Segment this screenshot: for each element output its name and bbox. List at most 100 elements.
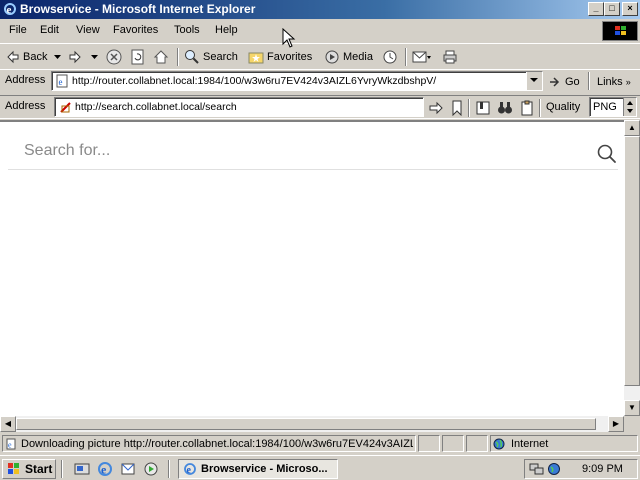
search-icon[interactable] bbox=[596, 143, 618, 165]
show-desktop-icon[interactable] bbox=[74, 461, 90, 477]
links-button[interactable]: Links » bbox=[597, 73, 631, 91]
browservice-address-label: Address bbox=[5, 100, 46, 112]
menu-edit[interactable]: Edit bbox=[40, 24, 59, 36]
toolbar-separator bbox=[405, 48, 407, 66]
menu-file[interactable]: File bbox=[9, 24, 27, 36]
browservice-control-bar: Address http://search.collabnet.local/se… bbox=[0, 95, 640, 119]
window-title: Browservice - Microsoft Internet Explore… bbox=[20, 2, 256, 16]
address-url-text: http://router.collabnet.local:1984/100/w… bbox=[72, 75, 437, 87]
windows-logo-icon bbox=[602, 21, 638, 41]
go-button[interactable]: Go bbox=[548, 73, 580, 91]
globe-icon bbox=[493, 438, 505, 450]
go-arrow-icon bbox=[550, 77, 560, 87]
chevron-down-icon bbox=[54, 54, 61, 59]
search-input[interactable] bbox=[8, 132, 618, 170]
back-arrow-icon bbox=[7, 50, 19, 64]
home-icon bbox=[153, 50, 169, 64]
print-button[interactable] bbox=[442, 48, 458, 66]
browservice-url-text: http://search.collabnet.local/search bbox=[75, 101, 237, 113]
clock: 9:09 PM bbox=[582, 463, 623, 475]
menu-bar: File Edit View Favorites Tools Help bbox=[0, 20, 640, 42]
media-player-icon[interactable] bbox=[143, 461, 159, 477]
browservice-url-field[interactable]: http://search.collabnet.local/search bbox=[54, 97, 424, 117]
clipboard-button[interactable] bbox=[519, 99, 535, 117]
toolbar-separator bbox=[177, 48, 179, 66]
find-button[interactable] bbox=[497, 99, 513, 117]
taskbar-separator bbox=[61, 460, 63, 478]
mail-button[interactable] bbox=[412, 48, 432, 66]
history-button[interactable] bbox=[382, 48, 398, 66]
favorites-label: Favorites bbox=[267, 51, 313, 63]
scroll-right-button[interactable]: ▶ bbox=[608, 416, 624, 432]
status-pane-1 bbox=[418, 435, 440, 452]
refresh-button[interactable] bbox=[130, 48, 146, 66]
security-zone-label: Internet bbox=[511, 438, 549, 450]
close-button[interactable]: × bbox=[622, 2, 638, 16]
forward-arrow-icon bbox=[69, 50, 81, 64]
bookmark-button[interactable] bbox=[450, 99, 464, 117]
bookmark-icon bbox=[452, 100, 462, 116]
media-button[interactable]: Media bbox=[324, 48, 373, 66]
menu-view[interactable]: View bbox=[76, 24, 100, 36]
address-url-field[interactable]: e http://router.collabnet.local:1984/100… bbox=[51, 71, 543, 91]
status-bar: e Downloading picture http://router.coll… bbox=[0, 434, 640, 452]
vertical-scrollbar[interactable]: ▲ ▼ bbox=[624, 120, 640, 416]
stop-button[interactable] bbox=[106, 48, 122, 66]
spinner-arrows-icon bbox=[627, 101, 633, 113]
scroll-left-button[interactable]: ◀ bbox=[0, 416, 16, 432]
start-label: Start bbox=[25, 462, 53, 476]
standard-toolbar: Back Search Favorites Media bbox=[0, 43, 640, 69]
maximize-button[interactable]: □ bbox=[604, 2, 620, 16]
back-dropdown[interactable] bbox=[54, 48, 61, 66]
vertical-scroll-thumb[interactable] bbox=[624, 136, 640, 386]
start-button[interactable]: Start bbox=[2, 459, 56, 479]
horizontal-scrollbar[interactable]: ◀ ▶ bbox=[0, 416, 624, 432]
status-message: Downloading picture http://router.collab… bbox=[21, 438, 413, 450]
network-icon[interactable] bbox=[529, 462, 545, 476]
horizontal-scroll-thumb[interactable] bbox=[16, 418, 596, 430]
bookmarks-list-button[interactable] bbox=[475, 99, 491, 117]
quality-label: Quality bbox=[546, 101, 581, 113]
address-dropdown-button[interactable] bbox=[526, 72, 542, 90]
media-label: Media bbox=[343, 51, 373, 63]
favorites-button[interactable]: Favorites bbox=[248, 48, 312, 66]
address-bar: Address e http://router.collabnet.local:… bbox=[0, 69, 640, 92]
refresh-icon bbox=[131, 49, 144, 65]
forward-button[interactable] bbox=[68, 48, 82, 66]
status-message-pane: e Downloading picture http://router.coll… bbox=[2, 435, 416, 452]
media-icon bbox=[325, 50, 339, 64]
outlook-express-icon[interactable] bbox=[120, 461, 136, 477]
title-bar[interactable]: e Browservice - Microsoft Internet Explo… bbox=[0, 0, 640, 19]
svg-text:e: e bbox=[59, 77, 63, 87]
quality-spinner[interactable] bbox=[623, 98, 636, 116]
minimize-button[interactable]: _ bbox=[588, 2, 604, 16]
printer-icon bbox=[443, 50, 457, 64]
page-icon: e bbox=[56, 74, 68, 88]
home-button[interactable] bbox=[153, 48, 169, 66]
taskbar-button-browservice[interactable]: e Browservice - Microso... bbox=[178, 459, 338, 479]
scroll-down-button[interactable]: ▼ bbox=[624, 400, 640, 416]
scroll-up-button[interactable]: ▲ bbox=[624, 120, 640, 136]
search-button[interactable]: Search bbox=[184, 48, 238, 66]
quality-select[interactable]: PNG bbox=[589, 97, 637, 117]
mouse-cursor-icon bbox=[282, 28, 296, 48]
svg-text:e: e bbox=[101, 463, 107, 477]
toolbar-separator bbox=[539, 99, 541, 117]
magnifier-icon bbox=[185, 50, 199, 64]
menu-tools[interactable]: Tools bbox=[174, 24, 200, 36]
binoculars-icon bbox=[498, 102, 512, 114]
menu-favorites[interactable]: Favorites bbox=[113, 24, 158, 36]
go-label: Go bbox=[565, 76, 580, 88]
toolbar-separator bbox=[468, 99, 470, 117]
menu-help[interactable]: Help bbox=[215, 24, 238, 36]
links-label: Links bbox=[597, 76, 623, 88]
navigate-button[interactable] bbox=[428, 99, 444, 117]
internet-explorer-icon: e bbox=[184, 463, 196, 476]
history-icon bbox=[383, 50, 397, 64]
internet-explorer-launch-icon[interactable]: e bbox=[97, 461, 113, 477]
back-button[interactable]: Back bbox=[6, 48, 47, 66]
forward-dropdown[interactable] bbox=[91, 48, 98, 66]
volume-icon[interactable] bbox=[547, 462, 561, 476]
navigate-arrow-icon bbox=[429, 101, 443, 115]
windows-flag-icon bbox=[8, 463, 19, 474]
